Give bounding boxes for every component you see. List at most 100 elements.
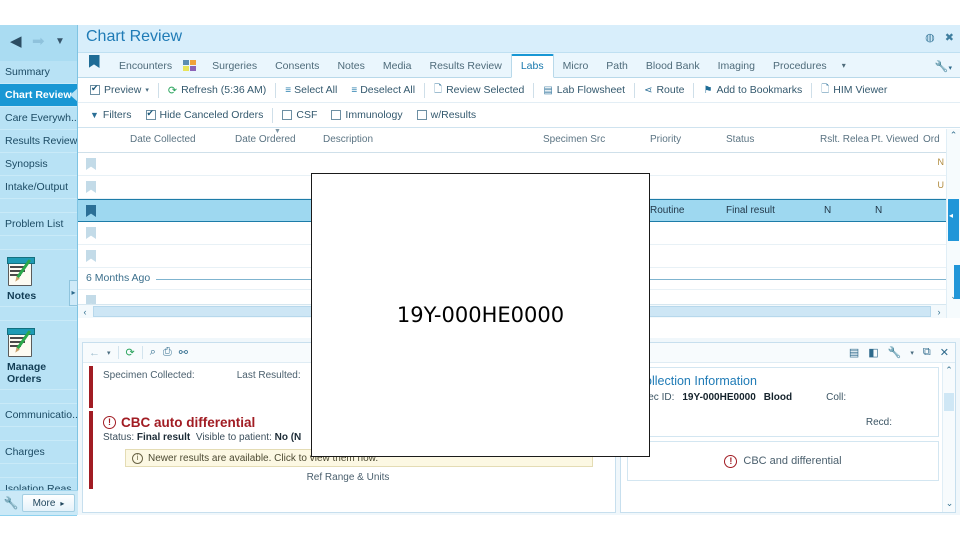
sidebar-item-synopsis[interactable]: Synopsis bbox=[0, 153, 77, 176]
close-icon[interactable]: ✖ bbox=[945, 31, 954, 44]
review-selected-button[interactable]: 🗋 Review Selected bbox=[427, 80, 531, 100]
bookmark-button[interactable] bbox=[78, 55, 110, 77]
sidebar-item-manage-orders[interactable]: Manage Orders bbox=[0, 321, 77, 390]
printer-icon[interactable]: ⎙ bbox=[163, 346, 172, 359]
sidebar-item-care-everywhere[interactable]: Care Everywh... bbox=[0, 107, 77, 130]
preview-button[interactable]: Preview ▾ bbox=[83, 80, 156, 100]
column-header-date-ordered[interactable]: Date Ordered bbox=[235, 134, 296, 145]
immunology-checkbox[interactable]: Immunology bbox=[324, 105, 409, 125]
tab-imaging[interactable]: Imaging bbox=[709, 55, 764, 77]
column-header-pt-viewed[interactable]: Pt. Viewed bbox=[871, 134, 919, 145]
tab-overflow-button[interactable]: ▾ bbox=[836, 55, 852, 77]
refresh-icon: ⟳ bbox=[167, 84, 178, 97]
copy-icon[interactable]: ⧉ bbox=[923, 346, 931, 359]
sidebar-flyout-handle[interactable]: ▸ bbox=[69, 280, 78, 306]
top-blank-strip bbox=[0, 0, 960, 25]
csf-checkbox[interactable]: CSF bbox=[275, 105, 324, 125]
sidebar-item-charges[interactable]: Charges bbox=[0, 441, 77, 464]
search-icon[interactable]: ⌕ bbox=[150, 346, 156, 359]
sidebar-item-summary[interactable]: Summary bbox=[0, 61, 77, 84]
toolbar-separator bbox=[634, 82, 636, 98]
row-flag-icon[interactable] bbox=[86, 249, 96, 267]
scrollbar-thumb[interactable] bbox=[948, 199, 959, 241]
sidebar-item-problem-list[interactable]: Problem List bbox=[0, 213, 77, 236]
sidebar-item-chart-review[interactable]: Chart Review bbox=[0, 84, 77, 107]
route-button[interactable]: ⋖ Route bbox=[637, 80, 691, 100]
refresh-icon[interactable]: ⟳ bbox=[126, 346, 135, 359]
hide-canceled-orders-checkbox[interactable]: Hide Canceled Orders bbox=[139, 105, 271, 125]
detail-pane-scrollbar[interactable]: ⌃ ⌄ bbox=[942, 363, 955, 512]
tab-media[interactable]: Media bbox=[374, 55, 421, 77]
sidebar-item-notes[interactable]: Notes bbox=[0, 250, 77, 307]
toolbar-separator bbox=[811, 82, 813, 98]
him-viewer-button[interactable]: 🗋 HIM Viewer bbox=[814, 80, 894, 100]
tab-label: Labs bbox=[520, 60, 544, 72]
wrench-icon[interactable]: 🔧 bbox=[888, 346, 902, 359]
cell-rslt-released: N bbox=[824, 205, 832, 216]
tab-notes[interactable]: Notes bbox=[328, 55, 373, 77]
toolbar-separator bbox=[693, 82, 695, 98]
sidebar-item-communications[interactable]: Communicatio... bbox=[0, 404, 77, 427]
lab-flowsheet-button[interactable]: ▤ Lab Flowsheet bbox=[536, 80, 632, 100]
link-icon[interactable]: ⚯ bbox=[179, 346, 188, 359]
page-title: Chart Review bbox=[86, 28, 183, 45]
right-edge-indicator[interactable] bbox=[954, 265, 960, 299]
chevron-down-icon[interactable]: ▾ bbox=[107, 349, 111, 357]
deselect-all-icon: ≡ bbox=[351, 84, 357, 96]
tab-settings-button[interactable]: 🔧▾ bbox=[935, 60, 960, 77]
column-header-rslt-released[interactable]: Rslt. Relea bbox=[820, 134, 869, 145]
chevron-down-icon[interactable]: ▼ bbox=[55, 34, 65, 49]
tab-procedures[interactable]: Procedures bbox=[764, 55, 836, 77]
tab-path[interactable]: Path bbox=[597, 55, 637, 77]
sidebar-item-results-review[interactable]: Results Review bbox=[0, 130, 77, 153]
column-header-ord[interactable]: Ord bbox=[923, 134, 940, 145]
scroll-left-icon[interactable]: ‹ bbox=[78, 307, 92, 317]
scroll-up-icon[interactable]: ⌃ bbox=[947, 129, 960, 143]
refresh-button[interactable]: ⟳ Refresh (5:36 AM) bbox=[161, 80, 273, 100]
filters-button[interactable]: ▼ Filters bbox=[83, 105, 139, 125]
row-flag-icon[interactable] bbox=[86, 157, 96, 175]
tab-surgeries[interactable]: Surgeries bbox=[203, 55, 266, 77]
route-label: Route bbox=[656, 84, 685, 96]
scroll-down-icon[interactable]: ⌄ bbox=[943, 496, 955, 510]
back-arrow-icon[interactable]: ← bbox=[89, 347, 100, 359]
column-header-priority[interactable]: Priority bbox=[650, 134, 681, 145]
more-button[interactable]: More ▸ bbox=[22, 494, 75, 512]
row-flag-icon[interactable] bbox=[86, 226, 96, 244]
column-header-status[interactable]: Status bbox=[726, 134, 754, 145]
row-flag-icon[interactable] bbox=[86, 180, 96, 198]
sidebar-panel-icon[interactable]: ◧ bbox=[868, 346, 878, 359]
back-arrow-icon[interactable]: ◀ bbox=[10, 34, 22, 49]
row-flag-icon[interactable] bbox=[86, 204, 96, 222]
route-icon: ⋖ bbox=[644, 84, 653, 96]
sidebar-item-intake-output[interactable]: Intake/Output bbox=[0, 176, 77, 199]
select-all-button[interactable]: ≡ Select All bbox=[278, 80, 344, 100]
him-viewer-label: HIM Viewer bbox=[833, 84, 888, 96]
test-name-card[interactable]: ! CBC and differential bbox=[627, 441, 939, 481]
wrench-icon[interactable]: 🔧 bbox=[0, 496, 22, 510]
column-header-specimen-src[interactable]: Specimen Src bbox=[543, 134, 605, 145]
tab-blood-bank[interactable]: Blood Bank bbox=[637, 55, 709, 77]
tab-micro[interactable]: Micro bbox=[554, 55, 598, 77]
wresults-checkbox[interactable]: w/Results bbox=[410, 105, 484, 125]
scrollbar-thumb[interactable] bbox=[944, 393, 954, 411]
add-to-bookmarks-button[interactable]: ⚑ Add to Bookmarks bbox=[696, 80, 809, 100]
deselect-all-button[interactable]: ≡ Deselect All bbox=[344, 80, 422, 100]
tab-encounters[interactable]: Encounters bbox=[110, 55, 181, 77]
filter-toolbar: ▼ Filters Hide Canceled Orders CSF Immun… bbox=[78, 103, 960, 128]
chevron-down-icon: ▾ bbox=[145, 87, 149, 94]
column-header-description[interactable]: Description bbox=[323, 134, 373, 145]
help-icon[interactable]: ◍ bbox=[925, 31, 935, 44]
notes-icon[interactable]: ▤ bbox=[849, 346, 859, 359]
tab-consents[interactable]: Consents bbox=[266, 55, 328, 77]
tab-results-review[interactable]: Results Review bbox=[420, 55, 510, 77]
scroll-up-icon[interactable]: ⌃ bbox=[943, 363, 955, 377]
status-value: Final result bbox=[136, 432, 191, 443]
chevron-down-icon[interactable]: ▾ bbox=[910, 349, 914, 357]
tab-labs[interactable]: Labs bbox=[510, 54, 554, 78]
forward-arrow-icon[interactable]: ➡ bbox=[32, 34, 45, 49]
scroll-right-icon[interactable]: › bbox=[932, 307, 946, 317]
close-icon[interactable]: ✕ bbox=[940, 346, 949, 359]
column-header-date-collected[interactable]: Date Collected bbox=[130, 134, 196, 145]
chevron-down-icon: ▾ bbox=[948, 65, 952, 72]
